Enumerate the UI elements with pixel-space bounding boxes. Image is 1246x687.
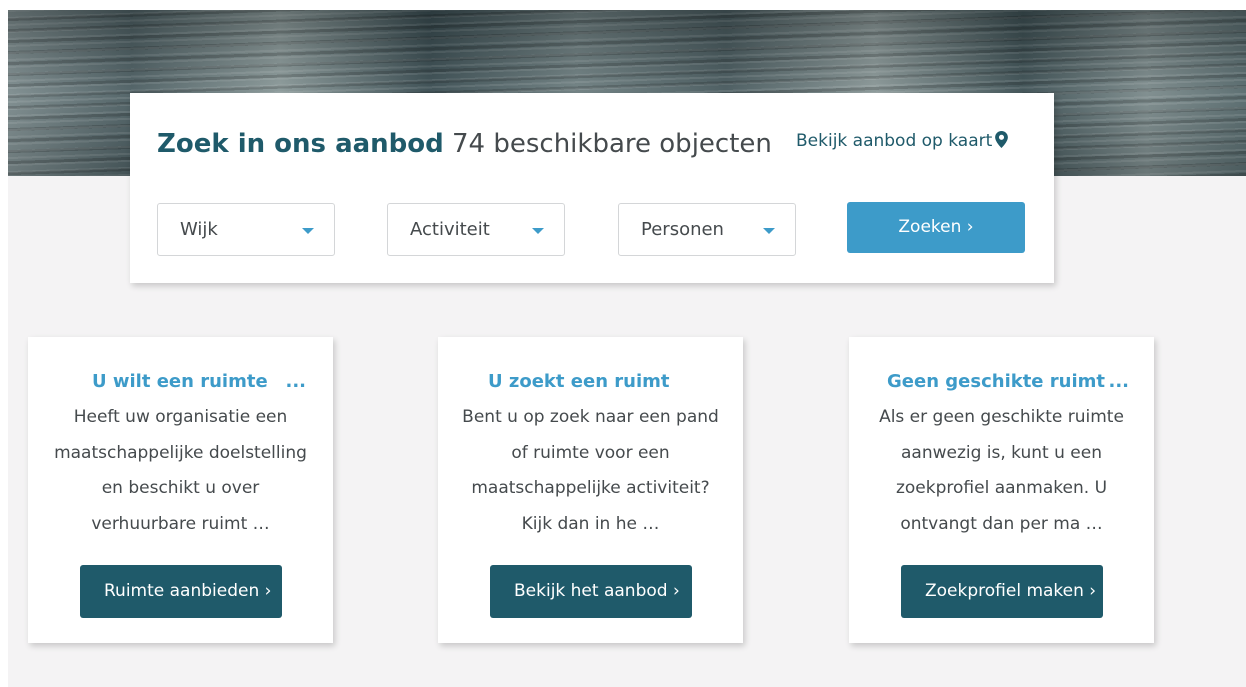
search-title: Zoek in ons aanbod 74 beschikbare object… — [157, 129, 772, 159]
search-submit-button[interactable]: Zoeken › — [847, 202, 1025, 253]
card-title: U zoekt een ruimt — [488, 371, 670, 392]
filter-personen-select[interactable]: Personen — [618, 203, 796, 256]
filter-wijk-label: Wijk — [180, 219, 218, 240]
offer-space-button[interactable]: Ruimte aanbieden › — [80, 565, 282, 618]
view-on-map-label: Bekijk aanbod op kaart — [796, 131, 993, 151]
card-title: Geen geschikte ruimt ... — [887, 371, 1129, 392]
card-offer-space: U wilt een ruimte ... Heeft uw organisat… — [28, 337, 333, 643]
chevron-down-icon — [302, 228, 314, 234]
search-title-strong: Zoek in ons aanbod — [157, 129, 444, 159]
view-offer-button[interactable]: Bekijk het aanbod › — [490, 565, 692, 618]
filter-activiteit-select[interactable]: Activiteit — [387, 203, 565, 256]
card-description: Bent u op zoek naar een pand of ruimte v… — [462, 407, 719, 534]
card-title: U wilt een ruimte ... — [92, 371, 306, 392]
search-panel: Zoek in ons aanbod 74 beschikbare object… — [130, 93, 1054, 283]
create-search-profile-button[interactable]: Zoekprofiel maken › — [901, 565, 1103, 618]
map-marker-icon — [995, 131, 1009, 148]
filter-wijk-select[interactable]: Wijk — [157, 203, 335, 256]
filter-personen-label: Personen — [641, 219, 724, 240]
chevron-down-icon — [763, 228, 775, 234]
card-find-space: U zoekt een ruimt Bent u op zoek naar ee… — [438, 337, 743, 643]
view-on-map-link[interactable]: Bekijk aanbod op kaart — [796, 131, 1009, 151]
page: Zoek in ons aanbod 74 beschikbare object… — [8, 10, 1246, 687]
chevron-down-icon — [532, 228, 544, 234]
card-description: Als er geen geschikte ruimte aanwezig is… — [879, 407, 1124, 534]
card-search-profile: Geen geschikte ruimt ... Als er geen ges… — [849, 337, 1154, 643]
filter-activiteit-label: Activiteit — [410, 219, 490, 240]
card-description: Heeft uw organisatie een maatschappelijk… — [54, 407, 307, 534]
search-object-count: 74 beschikbare objecten — [452, 129, 772, 159]
